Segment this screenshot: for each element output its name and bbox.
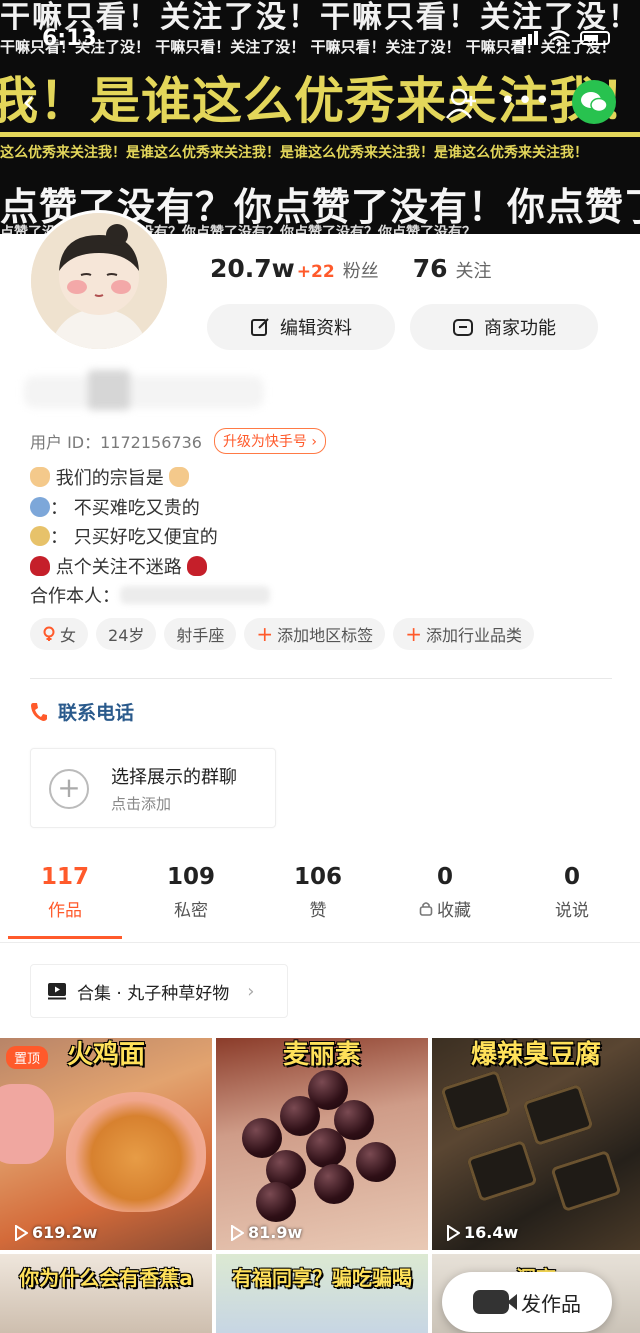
user-id[interactable]: 用户 ID：1172156736 [30, 429, 202, 453]
play-icon [231, 1224, 244, 1241]
pinned-badge: 置顶 [6, 1046, 49, 1069]
edit-profile-button[interactable]: 编辑资料 [207, 304, 395, 350]
fans-count[interactable]: 20.7w [210, 254, 295, 283]
bio-line-3: ： 只买好吃又便宜的 [30, 523, 270, 553]
video-title: 有福同享？骗吃骗喝 [232, 1266, 412, 1290]
rock-hand-emoji-icon [30, 467, 50, 487]
bio-line-2: ： 不买难吃又贵的 [30, 494, 270, 524]
plus-icon: + [256, 622, 274, 646]
status-time: 6:13 [42, 26, 97, 51]
profile-stats: 20.7w +22 粉丝 76 关注 [210, 254, 491, 283]
group-chat-card[interactable]: + 选择展示的群聊 点击添加 [30, 748, 276, 828]
playlist-icon [48, 983, 66, 1000]
rose-emoji-icon [30, 555, 50, 576]
video-card[interactable]: 你为什么会有香蕉a [0, 1254, 212, 1333]
divider [30, 678, 612, 679]
follow-label[interactable]: 关注 [455, 257, 491, 283]
upgrade-button[interactable]: 升级为快手号 › [213, 428, 326, 454]
video-title: 爆辣臭豆腐 [470, 1040, 601, 1070]
follow-count[interactable]: 76 [413, 254, 448, 283]
person-ok-emoji-icon [30, 526, 50, 546]
profile-card: 20.7w +22 粉丝 76 关注 编辑资料 商家功能 用户 ID：11721… [0, 210, 640, 1034]
video-card[interactable]: 有福同享？骗吃骗喝 [216, 1254, 428, 1333]
merchant-label: 商家功能 [484, 318, 556, 339]
wifi-icon [548, 30, 570, 46]
merchant-button[interactable]: 商家功能 [410, 304, 598, 350]
more-icon[interactable]: ••• [500, 86, 552, 116]
group-chat-title: 选择展示的群聊 [111, 767, 237, 788]
back-icon[interactable]: ‹ [22, 84, 50, 120]
chevron-right-icon: › [247, 980, 255, 1002]
video-card[interactable]: 麦丽素 81.9w [216, 1038, 428, 1250]
edit-icon [251, 318, 269, 336]
video-title: 麦丽素 [282, 1040, 361, 1070]
bio: 我们的宗旨是 ： 不买难吃又贵的 ： 只买好吃又便宜的 点个关注不迷路 合作本人… [30, 464, 270, 612]
group-chat-subtitle: 点击添加 [111, 795, 172, 813]
rose-emoji-icon [187, 555, 208, 576]
wechat-share-icon[interactable] [572, 80, 616, 124]
tab-private[interactable]: 109 私密 [136, 864, 246, 921]
banner-text-row-4: 这么优秀来关注我！是谁这么优秀来关注我！是谁这么优秀来关注我！是谁这么优秀来关注… [0, 145, 588, 161]
person-crossing-arms-emoji-icon [30, 496, 50, 517]
bio-line-4: 点个关注不迷路 [30, 553, 270, 583]
battery-icon [580, 31, 610, 45]
play-icon [447, 1224, 460, 1241]
active-tab-indicator [8, 936, 122, 939]
phone-icon [31, 702, 47, 721]
add-friend-icon[interactable] [444, 86, 478, 120]
status-icons [516, 30, 610, 46]
contact-phone-link[interactable]: 联系电话 [30, 698, 134, 725]
tab-favorites[interactable]: 0 收藏 [390, 864, 500, 921]
tabs-divider [0, 942, 640, 943]
tag-gender[interactable]: 女 [30, 618, 89, 650]
username-redacted [24, 370, 264, 410]
collection-entry[interactable]: 合集 · 丸子种草好物 › [30, 964, 288, 1018]
tab-likes[interactable]: 106 赞 [263, 864, 373, 921]
add-region-tag-button[interactable]: + 添加地区标签 [244, 618, 386, 650]
banner-yellow-bar [0, 132, 640, 137]
content-tabs: 117 作品 109 私密 106 赞 0 收藏 0 说说 [0, 864, 640, 942]
user-id-row: 用户 ID：1172156736 升级为快手号 › [30, 428, 326, 454]
publish-button[interactable]: 发作品 [442, 1272, 612, 1332]
bio-line-5: 合作本人： [30, 582, 270, 612]
video-card[interactable]: 爆辣臭豆腐 16.4w [432, 1038, 640, 1250]
video-title: 你为什么会有香蕉a [19, 1266, 193, 1290]
profile-tags: 女 24岁 射手座 + 添加地区标签 + 添加行业品类 [30, 618, 534, 650]
publish-label: 发作品 [521, 1291, 581, 1316]
view-count: 619.2w [14, 1223, 97, 1242]
view-count: 16.4w [446, 1223, 518, 1242]
avatar[interactable] [28, 210, 170, 352]
lock-icon [419, 902, 433, 916]
video-card[interactable]: 火鸡面 置顶 619.2w [0, 1038, 212, 1250]
fans-label[interactable]: 粉丝 [343, 257, 379, 283]
female-icon [43, 626, 55, 641]
contact-redacted [120, 586, 270, 604]
tag-age[interactable]: 24岁 [96, 618, 157, 650]
bio-line-1: 我们的宗旨是 [30, 464, 270, 494]
edit-profile-label: 编辑资料 [280, 318, 352, 339]
add-circle-icon[interactable]: + [49, 769, 89, 809]
tab-works[interactable]: 117 作品 [10, 864, 120, 921]
camera-icon [473, 1290, 517, 1314]
fans-increase: +22 [296, 262, 335, 282]
view-count: 81.9w [230, 1223, 302, 1242]
signal-icon [516, 31, 538, 45]
tab-moments[interactable]: 0 说说 [517, 864, 627, 921]
plus-icon: + [405, 622, 422, 646]
play-icon [15, 1224, 28, 1241]
shop-icon [453, 319, 473, 336]
add-industry-tag-button[interactable]: + 添加行业品类 [393, 618, 534, 650]
tag-zodiac[interactable]: 射手座 [164, 618, 237, 650]
rock-hand-emoji-icon [169, 467, 190, 487]
profile-banner: 干嘛只看！关注了没！干嘛只看！关注了没！ 干嘛只看！关注了没！ 干嘛只看！关注了没… [0, 0, 640, 240]
